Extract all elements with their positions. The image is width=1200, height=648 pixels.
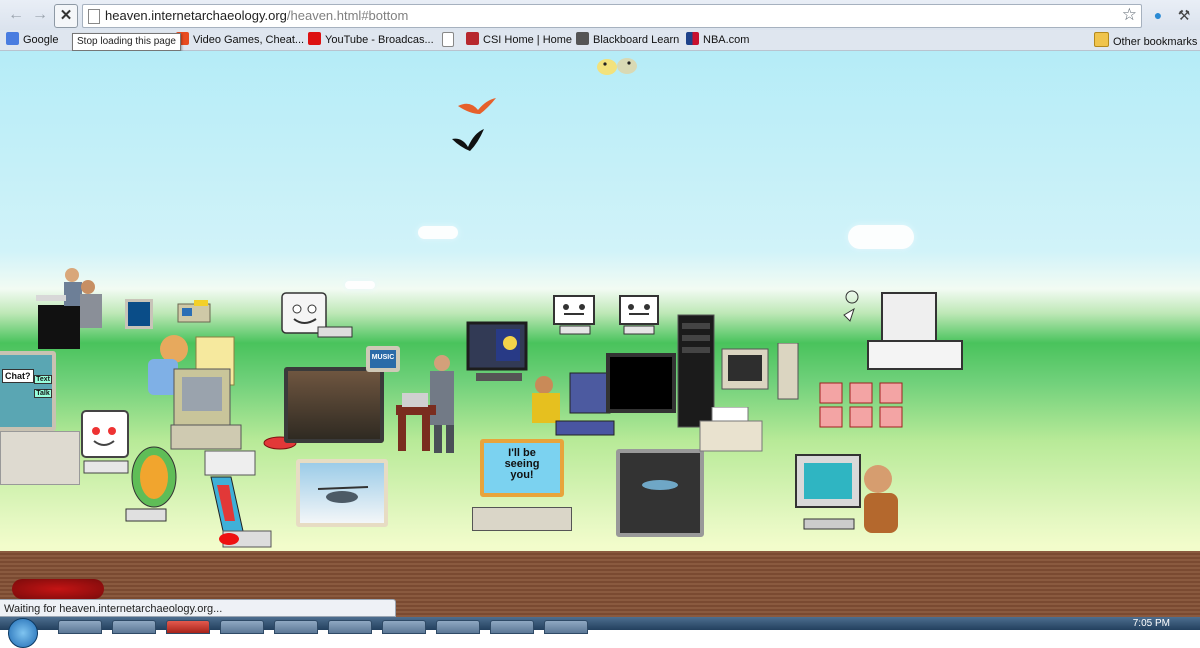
cloud-small: [418, 226, 458, 239]
folder-icon: [1094, 32, 1109, 47]
stop-loading-button[interactable]: ✕: [54, 4, 78, 28]
oval-screen-icon: [642, 480, 678, 490]
stop-loading-tooltip: Stop loading this page: [72, 33, 181, 51]
browser-toolbar: ← → ✕ heaven.internetarchaeology.org/hea…: [0, 0, 1200, 30]
taskbar-item-chrome[interactable]: [166, 620, 210, 634]
chat-monitor: Chat? Text Talk: [0, 351, 56, 431]
woman-at-computer-icon: [148, 335, 235, 426]
taskbar-item-access[interactable]: [436, 620, 480, 634]
keyboard-under-monitor: [472, 507, 572, 531]
exploding-pc-icon: [843, 290, 963, 370]
bookmark-blank-page[interactable]: [442, 32, 458, 48]
bookmark-star-icon[interactable]: ☆: [1122, 5, 1137, 25]
taskbar-item-paint[interactable]: [544, 620, 588, 634]
man-at-desk-icon: [396, 355, 454, 453]
taskbar-item-word[interactable]: [220, 620, 264, 634]
beige-pc-right-icon: [721, 343, 799, 400]
address-bar[interactable]: heaven.internetarchaeology.org/heaven.ht…: [82, 4, 1142, 28]
taskbar-item-explorer[interactable]: [58, 620, 102, 634]
address-url: heaven.internetarchaeology.org/heaven.ht…: [105, 8, 409, 23]
taskbar-item-skype[interactable]: [490, 620, 534, 634]
grinning-monitor-left-icon: [553, 295, 595, 335]
lovebirds-icon: [597, 58, 637, 75]
bookmark-google[interactable]: Google: [6, 32, 58, 48]
black-monitor: [606, 353, 676, 413]
taskbar-item-onenote[interactable]: [274, 620, 318, 634]
page-icon: [88, 9, 100, 24]
csi-icon: [466, 32, 479, 45]
grinning-monitor-right-icon: [619, 295, 659, 335]
red-blob-decoration: [12, 579, 104, 599]
nba-icon: [686, 32, 699, 45]
bookmark-csi[interactable]: CSI Home | Home: [466, 32, 572, 48]
face-grid-icon: [819, 382, 903, 428]
beige-desktop-case: [0, 431, 80, 485]
caveman-computer-icon: [795, 454, 898, 533]
forward-arrow-icon[interactable]: →: [30, 5, 50, 25]
orange-bird-icon: [458, 98, 496, 114]
skype-extension-icon[interactable]: ●: [1150, 7, 1166, 23]
chat-label: Chat?: [2, 369, 34, 383]
text-button-label: Text: [34, 375, 52, 384]
seeing-you-text: I'll be seeing you!: [504, 447, 540, 481]
people-at-desk-icon: [36, 268, 102, 349]
printer-icon: [699, 407, 763, 452]
page-icon: [442, 32, 454, 47]
start-button[interactable]: [8, 618, 38, 648]
back-arrow-icon[interactable]: ←: [6, 5, 26, 25]
bookmark-blackboard[interactable]: Blackboard Learn: [576, 32, 679, 48]
talk-button-label: Talk: [34, 389, 52, 398]
wrench-menu-icon[interactable]: ⚒: [1176, 7, 1192, 23]
yellow-pc-icon: [177, 300, 211, 323]
helicopter-monitor: [296, 459, 388, 527]
status-bar: Waiting for heaven.internetarchaeology.o…: [0, 599, 396, 617]
heaven-scene: Chat? Text Talk MUSIC I'll be seeing you…: [0, 51, 1200, 630]
smiling-monitor-icon: [281, 292, 353, 338]
cloud-right: [848, 225, 914, 249]
gray-tv-monitor: [616, 449, 704, 537]
bookmark-nba[interactable]: NBA.com: [686, 32, 749, 48]
taskbar-item-folder[interactable]: [112, 620, 156, 634]
blackboard-icon: [576, 32, 589, 45]
tv-movie-monitor: [284, 367, 384, 443]
helicopter-icon: [317, 486, 369, 503]
bookmark-video-games[interactable]: Video Games, Cheat...: [176, 32, 304, 48]
bookmark-youtube[interactable]: YouTube - Broadcas...: [308, 32, 434, 48]
seeing-you-monitor: I'll be seeing you!: [480, 439, 564, 497]
taskbar-clock[interactable]: 7:05 PM: [1133, 618, 1170, 629]
cloud-tiny: [345, 281, 375, 289]
taskbar-item-powerpoint[interactable]: [382, 620, 426, 634]
other-bookmarks-folder[interactable]: Other bookmarks: [1094, 32, 1197, 48]
taskbar-item-excel[interactable]: [328, 620, 372, 634]
windows-taskbar: 7:05 PM: [0, 617, 1200, 648]
sleeping-man-computer-icon: [532, 372, 615, 436]
google-icon: [6, 32, 19, 45]
youtube-icon: [308, 32, 321, 45]
black-bird-icon: [452, 129, 484, 151]
